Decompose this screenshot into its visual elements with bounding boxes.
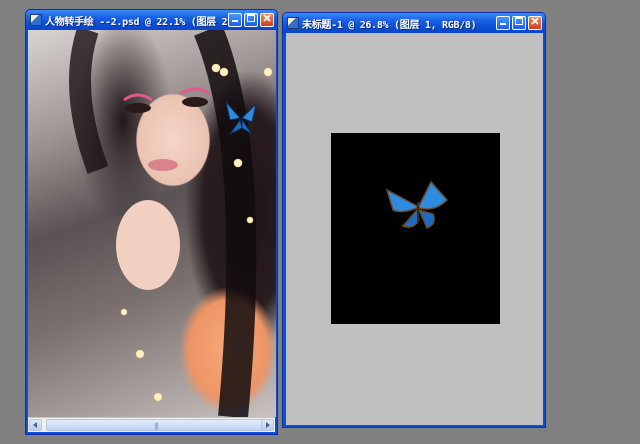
portrait-details <box>69 30 273 417</box>
butterfly-layer <box>385 180 449 229</box>
arrow-left-icon <box>33 422 37 428</box>
minimize-button[interactable] <box>228 13 242 27</box>
scroll-thumb[interactable]: ||| <box>46 419 266 431</box>
close-icon <box>531 17 539 25</box>
close-icon <box>263 14 271 22</box>
document-window-portrait[interactable]: 人物转手绘 --2.psd @ 22.1% (图层 2... ||| <box>25 9 278 435</box>
document-canvas-area[interactable] <box>286 33 543 425</box>
title-bar[interactable]: 未标题-1 @ 26.8% (图层 1, RGB/8) <box>283 13 545 33</box>
maximize-button[interactable] <box>512 16 526 30</box>
title-bar[interactable]: 人物转手绘 --2.psd @ 22.1% (图层 2... <box>26 10 277 30</box>
horizontal-scrollbar[interactable]: ||| <box>28 417 275 432</box>
photoshop-document-icon <box>287 17 299 29</box>
window-title: 人物转手绘 --2.psd @ 22.1% (图层 2... <box>45 16 228 28</box>
maximize-button[interactable] <box>244 13 258 27</box>
maximize-icon <box>515 17 523 25</box>
document-window-untitled[interactable]: 未标题-1 @ 26.8% (图层 1, RGB/8) <box>282 12 546 428</box>
document-canvas-area[interactable] <box>28 30 276 417</box>
black-canvas[interactable] <box>331 133 500 324</box>
maximize-icon <box>247 14 255 22</box>
close-button[interactable] <box>528 16 542 30</box>
close-button[interactable] <box>260 13 274 27</box>
photoshop-document-icon <box>30 14 42 26</box>
minimize-icon <box>232 20 238 22</box>
scroll-left-button[interactable] <box>29 419 42 431</box>
minimize-button[interactable] <box>496 16 510 30</box>
window-title: 未标题-1 @ 26.8% (图层 1, RGB/8) <box>302 19 477 31</box>
arrow-right-icon <box>266 422 270 428</box>
minimize-icon <box>500 23 506 25</box>
scroll-right-button[interactable] <box>261 419 274 431</box>
grip-icon: ||| <box>153 422 159 430</box>
